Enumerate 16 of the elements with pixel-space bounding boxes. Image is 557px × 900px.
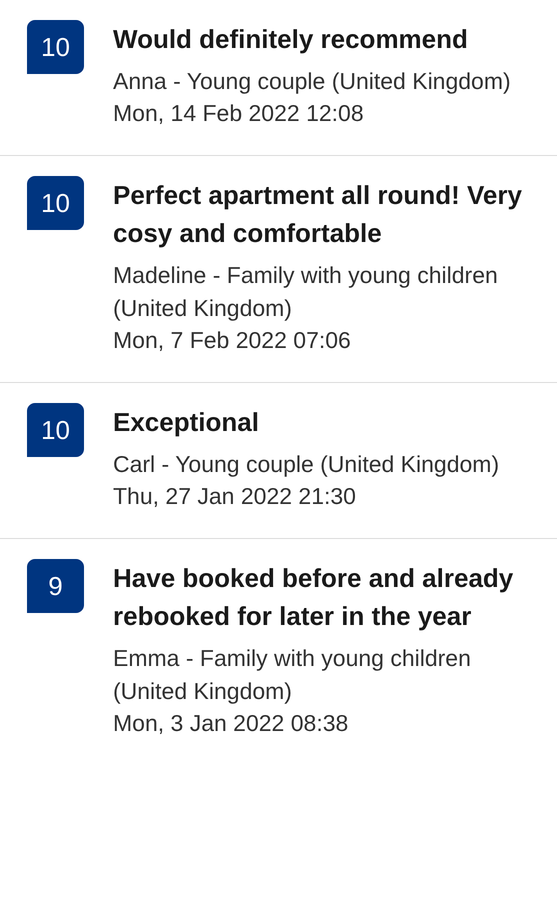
review-title: Would definitely recommend [113, 23, 469, 56]
score-badge: 9 [27, 559, 84, 613]
review-date: Mon, 3 Jan 2022 08:38 [113, 709, 350, 738]
review-date: Mon, 14 Feb 2022 12:08 [113, 99, 365, 128]
review-title: Exceptional [113, 406, 260, 439]
review-date: Thu, 27 Jan 2022 21:30 [113, 482, 357, 511]
review-title: Have booked before and already rebooked for later in the year [113, 562, 514, 633]
reviewer-info: Emma - Family with young children (United Kingdom) [113, 644, 472, 706]
score-badge: 10 [27, 20, 84, 74]
reviewer-info: Anna - Young couple (United Kingdom) [113, 67, 511, 96]
score-badge: 10 [27, 403, 84, 457]
reviewer-info: Carl - Young couple (United Kingdom) [113, 450, 500, 479]
reviewer-info: Madeline - Family with young children (United Kingdom) [113, 261, 499, 323]
score-badge: 10 [27, 176, 84, 230]
review-title: Perfect apartment all round! Very cosy and comfortable [113, 179, 523, 250]
review-date: Mon, 7 Feb 2022 07:06 [113, 326, 352, 355]
